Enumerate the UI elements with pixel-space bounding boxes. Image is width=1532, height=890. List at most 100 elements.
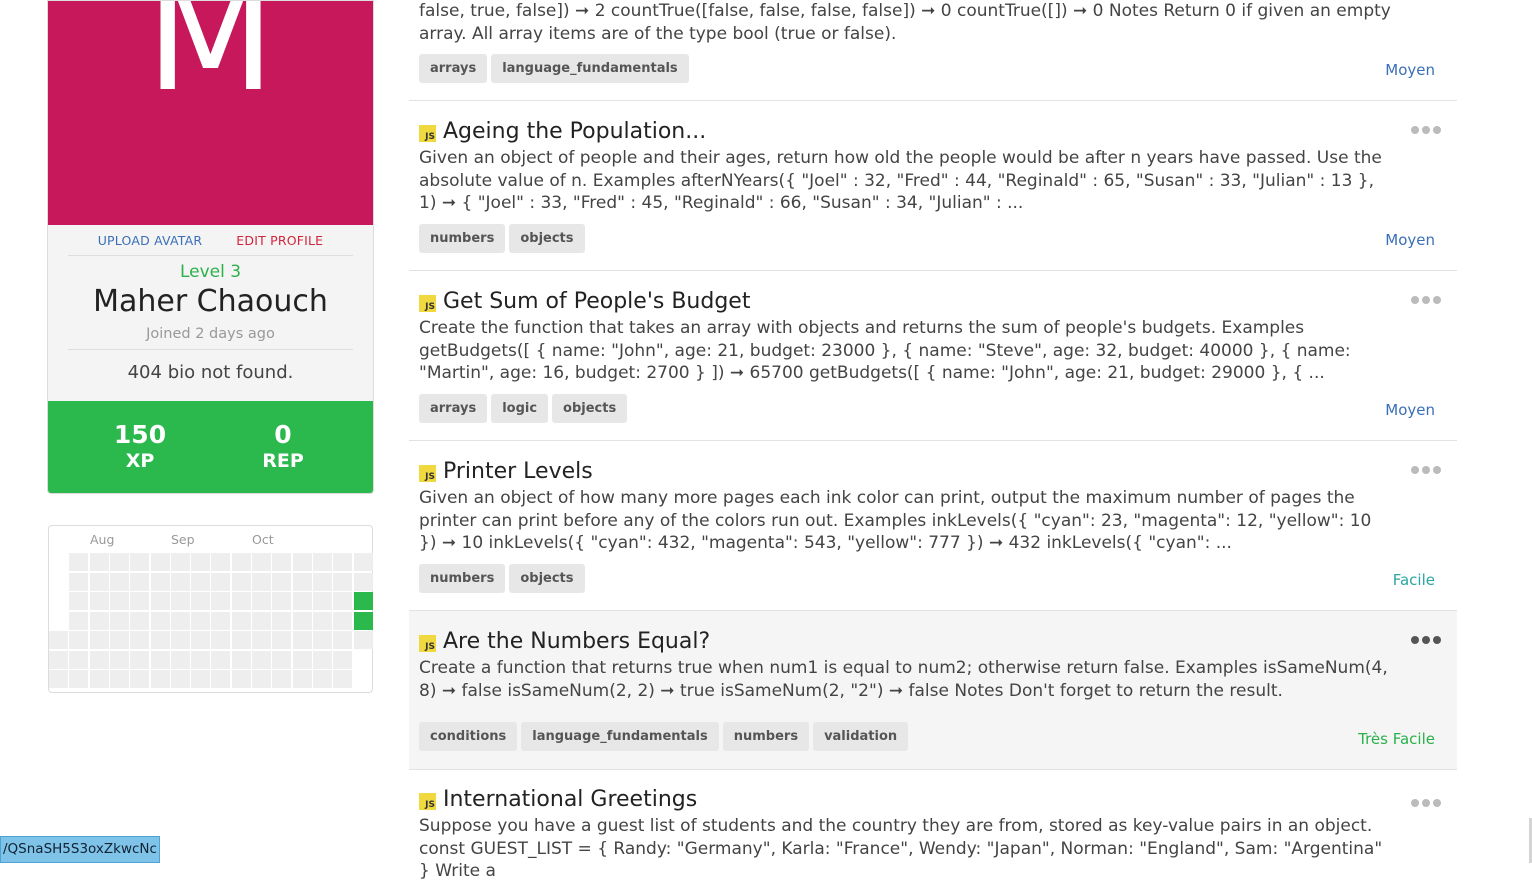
heatmap-cell bbox=[150, 650, 170, 669]
challenge-title[interactable]: JS Ageing the Population... bbox=[419, 119, 706, 144]
edit-profile-link[interactable]: EDIT PROFILE bbox=[236, 233, 323, 248]
heatmap-cell bbox=[333, 650, 353, 669]
heatmap-cell bbox=[292, 670, 312, 688]
heatmap-cell bbox=[231, 670, 251, 688]
challenge-description: Given an object of how many more pages e… bbox=[419, 488, 1372, 553]
heatmap-cell bbox=[130, 572, 150, 591]
challenge-description: Given an object of people and their ages… bbox=[419, 148, 1382, 213]
more-options-icon[interactable] bbox=[1411, 634, 1441, 646]
rep-label: REP bbox=[262, 449, 304, 472]
heatmap-cell bbox=[231, 553, 251, 571]
heatmap-cell bbox=[89, 553, 109, 571]
tag[interactable]: arrays bbox=[419, 54, 488, 83]
tag-list: numbers objects bbox=[419, 564, 585, 593]
heatmap-cell bbox=[252, 572, 271, 591]
challenge-title-text[interactable]: Ageing the Population... bbox=[443, 119, 706, 144]
heatmap-cell bbox=[109, 631, 129, 649]
heatmap-cell bbox=[109, 650, 129, 669]
heatmap-cell bbox=[191, 670, 211, 688]
heatmap-cell bbox=[89, 592, 109, 610]
heatmap-cell bbox=[150, 670, 170, 688]
avatar: M bbox=[48, 1, 373, 225]
heatmap-cell bbox=[89, 670, 109, 688]
more-options-icon[interactable] bbox=[1411, 464, 1441, 476]
more-options-icon[interactable] bbox=[1411, 797, 1441, 809]
upload-avatar-link[interactable]: UPLOAD AVATAR bbox=[98, 233, 203, 248]
heatmap-cell bbox=[211, 572, 231, 591]
heatmap-cell bbox=[292, 611, 312, 630]
heatmap-cell bbox=[150, 631, 170, 649]
status-url-tooltip: /QSnaSH5S3oxZkwcNc bbox=[0, 836, 160, 863]
tag[interactable]: numbers bbox=[419, 564, 506, 593]
challenge-card[interactable]: JS Are the Numbers Equal? Create a funct… bbox=[409, 611, 1457, 770]
heatmap-cell bbox=[191, 572, 211, 591]
heatmap-cell bbox=[109, 553, 129, 571]
heatmap-cell bbox=[211, 670, 231, 688]
heatmap-cell bbox=[170, 592, 190, 610]
heatmap-cell bbox=[130, 670, 150, 688]
heatmap-cell bbox=[211, 650, 231, 669]
user-bio: 404 bio not found. bbox=[127, 362, 294, 383]
more-options-icon[interactable] bbox=[1411, 124, 1441, 136]
javascript-icon: JS bbox=[419, 465, 436, 482]
heatmap-cell bbox=[170, 572, 190, 591]
challenge-title[interactable]: JS Printer Levels bbox=[419, 459, 593, 484]
challenge-card[interactable]: false, true, false]) ➞ 2 countTrue([fals… bbox=[409, 0, 1457, 101]
challenge-description: Create the function that takes an array … bbox=[419, 318, 1351, 383]
tag[interactable]: language_fundamentals bbox=[521, 722, 719, 751]
challenge-title-text[interactable]: Are the Numbers Equal? bbox=[443, 629, 710, 654]
tag[interactable]: logic bbox=[491, 394, 549, 423]
challenge-title-text[interactable]: International Greetings bbox=[443, 787, 697, 812]
heatmap-cell bbox=[231, 592, 251, 610]
xp-label: XP bbox=[125, 449, 155, 472]
javascript-icon: JS bbox=[419, 295, 436, 312]
tag[interactable]: objects bbox=[509, 564, 585, 593]
heatmap-cell bbox=[170, 553, 190, 571]
tag[interactable]: objects bbox=[509, 224, 585, 253]
heatmap-cell bbox=[353, 611, 373, 630]
heatmap-cell bbox=[312, 592, 332, 610]
heatmap-cell bbox=[333, 592, 353, 610]
heatmap-cell bbox=[89, 650, 109, 669]
heatmap-cell bbox=[191, 631, 211, 649]
heatmap-cell bbox=[191, 611, 211, 630]
heatmap-cell bbox=[292, 592, 312, 610]
heatmap-cell bbox=[89, 572, 109, 591]
more-options-icon[interactable] bbox=[1411, 294, 1441, 306]
heatmap-cell bbox=[272, 592, 292, 610]
tag[interactable]: arrays bbox=[419, 394, 488, 423]
challenge-title[interactable]: JS International Greetings bbox=[419, 787, 697, 812]
heatmap-cell bbox=[333, 631, 353, 649]
heatmap-cell bbox=[312, 553, 332, 571]
challenge-card[interactable]: JS Printer Levels Given an object of how… bbox=[409, 441, 1457, 611]
heatmap-cell bbox=[109, 572, 129, 591]
heatmap-cell bbox=[49, 670, 68, 688]
challenge-title-text[interactable]: Printer Levels bbox=[443, 459, 593, 484]
challenge-title[interactable]: JS Are the Numbers Equal? bbox=[419, 629, 710, 654]
challenge-card[interactable]: JS Ageing the Population... Given an obj… bbox=[409, 101, 1457, 271]
heatmap-cell bbox=[252, 592, 271, 610]
heatmap-cell bbox=[69, 553, 89, 571]
tag[interactable]: language_fundamentals bbox=[491, 54, 689, 83]
heatmap-cell bbox=[333, 670, 353, 688]
challenge-card[interactable]: JS Get Sum of People's Budget Create the… bbox=[409, 271, 1457, 441]
heatmap-cell bbox=[211, 611, 231, 630]
tag[interactable]: numbers bbox=[419, 224, 506, 253]
tag[interactable]: validation bbox=[813, 722, 909, 751]
heatmap-cell bbox=[150, 592, 170, 610]
challenge-description: Create a function that returns true when… bbox=[419, 658, 1388, 701]
challenge-title-text[interactable]: Get Sum of People's Budget bbox=[443, 289, 750, 314]
tag[interactable]: conditions bbox=[419, 722, 518, 751]
tag[interactable]: objects bbox=[552, 394, 628, 423]
heatmap-cell bbox=[191, 553, 211, 571]
month-label: Oct bbox=[252, 532, 274, 547]
challenge-card[interactable]: JS International Greetings Suppose you h… bbox=[409, 770, 1457, 890]
challenge-title[interactable]: JS Get Sum of People's Budget bbox=[419, 289, 750, 314]
profile-links: UPLOAD AVATAR EDIT PROFILE bbox=[48, 233, 373, 248]
heatmap-cell bbox=[252, 670, 271, 688]
heatmap-cell bbox=[191, 592, 211, 610]
tag[interactable]: numbers bbox=[722, 722, 810, 751]
rep-stat: 0 REP bbox=[233, 421, 333, 473]
xp-value: 150 bbox=[113, 420, 167, 449]
divider bbox=[68, 255, 353, 256]
